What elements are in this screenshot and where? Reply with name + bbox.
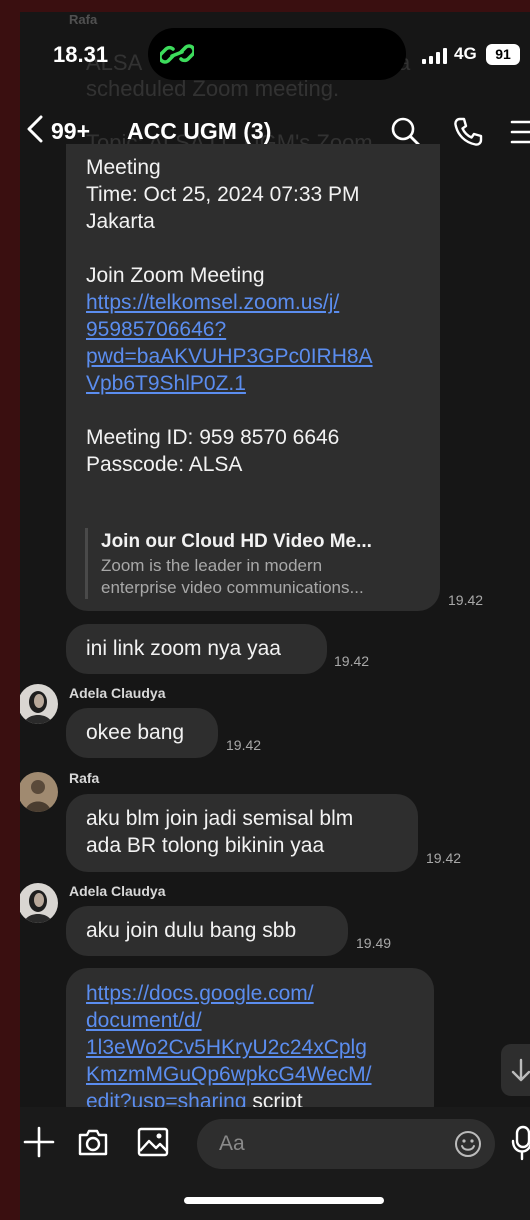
ghost-sender: Rafa	[69, 12, 98, 27]
message-line: Meeting	[86, 156, 161, 179]
plus-icon[interactable]	[22, 1125, 56, 1159]
message-time: 19.49	[356, 935, 392, 951]
sender-name[interactable]: Rafa	[69, 770, 99, 786]
message-bubble[interactable]: aku join dulu bang sbb	[66, 906, 348, 956]
message-time: 19.42	[226, 737, 262, 753]
chevron-left-icon[interactable]	[26, 114, 44, 144]
avatar[interactable]	[20, 883, 58, 923]
phone-icon[interactable]	[452, 116, 484, 148]
zoom-link[interactable]: Vpb6T9ShlP0Z.1	[86, 370, 420, 397]
message-bubble[interactable]: okee bang	[66, 708, 218, 758]
message-time: 19.42	[334, 653, 370, 669]
link-preview-description: enterprise video communications...	[101, 578, 364, 597]
docs-link[interactable]: KmzmMGuQp6wpkcG4WecM/	[86, 1061, 414, 1088]
zoom-link[interactable]: 95985706646?	[86, 316, 420, 343]
message-bubble-docs-link[interactable]: https://docs.google.com/ document/d/ 1l3…	[66, 968, 434, 1128]
docs-link[interactable]: 1l3eWo2Cv5HKryU2c24xCplg	[86, 1034, 414, 1061]
avatar[interactable]	[20, 772, 58, 812]
docs-link[interactable]: document/d/	[86, 1007, 414, 1034]
chat-title[interactable]: ACC UGM (3)	[127, 118, 271, 145]
link-preview-description: Zoom is the leader in modern	[101, 556, 323, 575]
message-bubble[interactable]: ini link zoom nya yaa	[66, 624, 327, 674]
camera-icon[interactable]	[76, 1125, 110, 1159]
link-icon	[160, 44, 194, 64]
unread-count[interactable]: 99+	[51, 118, 90, 145]
message-bubble[interactable]: aku blm join jadi semisal blm ada BR tol…	[66, 794, 418, 872]
message-line: Join Zoom Meeting	[86, 264, 265, 287]
message-input-bar: Aa	[20, 1107, 530, 1220]
message-input[interactable]: Aa	[197, 1119, 495, 1169]
mic-icon[interactable]	[510, 1125, 530, 1161]
link-preview[interactable]: Join our Cloud HD Video Me... Zoom is th…	[85, 528, 415, 599]
emoji-icon[interactable]	[453, 1129, 483, 1159]
sender-name[interactable]: Adela Claudya	[69, 883, 165, 899]
status-time: 18.31	[53, 42, 109, 67]
link-preview-title: Join our Cloud HD Video Me...	[101, 531, 372, 552]
message-line: Jakarta	[86, 210, 155, 233]
meeting-id: Meeting ID: 959 8570 6646	[86, 426, 340, 449]
image-icon[interactable]	[136, 1125, 170, 1159]
device-frame-top	[0, 0, 530, 12]
message-input-placeholder: Aa	[219, 1132, 245, 1155]
signal-icon	[422, 48, 447, 64]
home-indicator[interactable]	[184, 1197, 384, 1204]
sender-name[interactable]: Adela Claudya	[69, 685, 165, 701]
chat-screen: Rafa ALSA a scheduled Zoom meeting. Topi…	[20, 12, 530, 1220]
docs-link[interactable]: https://docs.google.com/	[86, 980, 414, 1007]
arrow-down-icon	[511, 1058, 530, 1082]
message-time: 19.42	[448, 592, 484, 608]
avatar[interactable]	[20, 684, 58, 724]
meeting-passcode: Passcode: ALSA	[86, 453, 243, 476]
menu-icon[interactable]	[508, 118, 530, 146]
battery-icon: 91	[486, 44, 520, 65]
message-line: aku blm join jadi semisal blm	[86, 807, 354, 830]
message-time: 19.42	[426, 850, 462, 866]
network-type: 4G	[454, 44, 477, 63]
zoom-link[interactable]: https://telkomsel.zoom.us/j/	[86, 289, 420, 316]
zoom-link[interactable]: pwd=baAKVUHP3GPc0IRH8A	[86, 343, 420, 370]
message-bubble-zoom-invite[interactable]: Meeting Time: Oct 25, 2024 07:33 PM Jaka…	[66, 144, 440, 611]
scroll-down-button[interactable]	[501, 1044, 530, 1096]
device-frame-left	[0, 0, 20, 1220]
message-line: Time: Oct 25, 2024 07:33 PM	[86, 183, 360, 206]
message-line: ada BR tolong bikinin yaa	[86, 834, 325, 857]
